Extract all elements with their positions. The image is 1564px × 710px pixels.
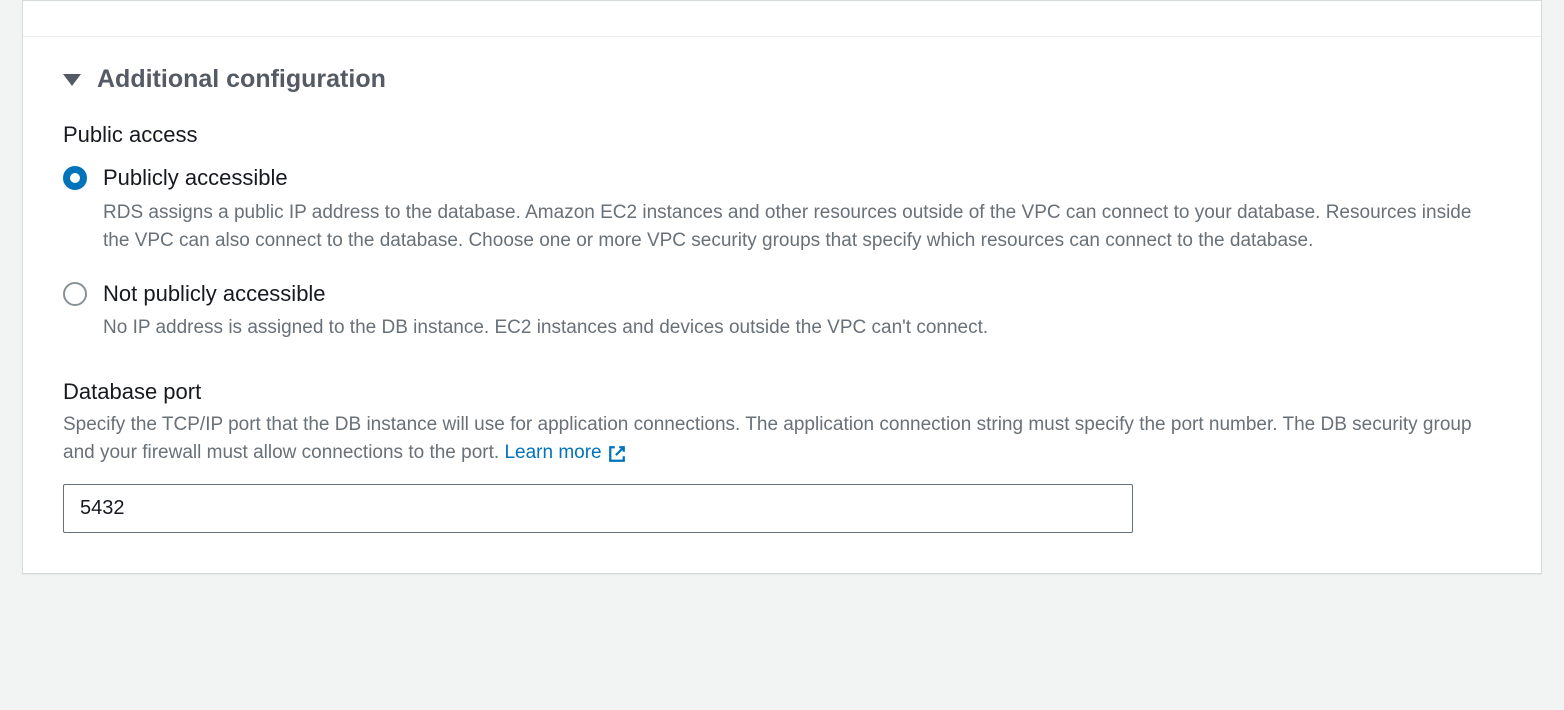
radio-publicly-accessible[interactable]: Publicly accessible RDS assigns a public… <box>63 164 1501 256</box>
database-port-label: Database port <box>63 379 1501 405</box>
radio-desc: RDS assigns a public IP address to the d… <box>103 199 1501 256</box>
section-title: Additional configuration <box>97 65 386 94</box>
config-panel: Additional configuration Public access P… <box>22 0 1542 574</box>
radio-content: Publicly accessible RDS assigns a public… <box>103 164 1501 256</box>
panel-body: Additional configuration Public access P… <box>23 37 1541 573</box>
radio-indicator-unselected <box>63 282 87 306</box>
learn-more-text: Learn more <box>504 439 601 468</box>
caret-down-icon <box>63 74 81 86</box>
public-access-radio-group: Publicly accessible RDS assigns a public… <box>63 164 1501 343</box>
database-port-input[interactable] <box>63 484 1133 533</box>
public-access-label: Public access <box>63 122 1501 148</box>
radio-title: Not publicly accessible <box>103 280 1501 309</box>
learn-more-link[interactable]: Learn more <box>504 439 625 468</box>
external-link-icon <box>608 444 626 462</box>
additional-configuration-toggle[interactable]: Additional configuration <box>63 65 1501 94</box>
radio-not-publicly-accessible[interactable]: Not publicly accessible No IP address is… <box>63 280 1501 343</box>
radio-content: Not publicly accessible No IP address is… <box>103 280 1501 343</box>
radio-desc: No IP address is assigned to the DB inst… <box>103 314 1501 343</box>
database-port-section: Database port Specify the TCP/IP port th… <box>63 379 1501 533</box>
database-port-desc-text: Specify the TCP/IP port that the DB inst… <box>63 414 1472 464</box>
panel-top-divider <box>23 1 1541 37</box>
radio-indicator-selected <box>63 166 87 190</box>
radio-title: Publicly accessible <box>103 164 1501 193</box>
database-port-desc: Specify the TCP/IP port that the DB inst… <box>63 411 1501 468</box>
